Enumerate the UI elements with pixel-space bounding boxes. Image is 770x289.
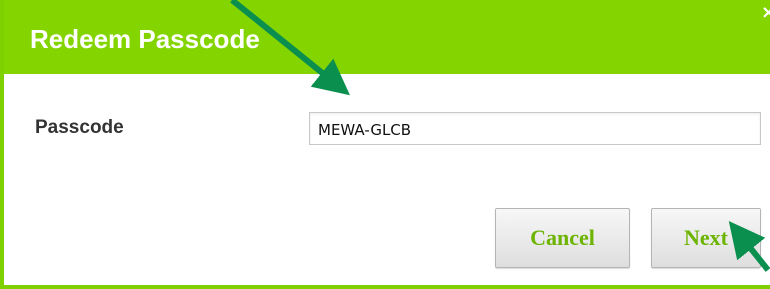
dialog-title: Redeem Passcode bbox=[30, 24, 260, 54]
cancel-button[interactable]: Cancel bbox=[495, 208, 630, 268]
dialog-titlebar: Redeem Passcode × bbox=[4, 0, 770, 74]
redeem-passcode-dialog: Redeem Passcode × Passcode Cancel Next bbox=[0, 0, 770, 289]
dialog-left-border bbox=[0, 74, 4, 289]
passcode-label: Passcode bbox=[35, 117, 124, 138]
passcode-input[interactable] bbox=[309, 112, 761, 145]
close-icon[interactable]: × bbox=[761, 2, 770, 23]
next-button[interactable]: Next bbox=[651, 208, 761, 268]
